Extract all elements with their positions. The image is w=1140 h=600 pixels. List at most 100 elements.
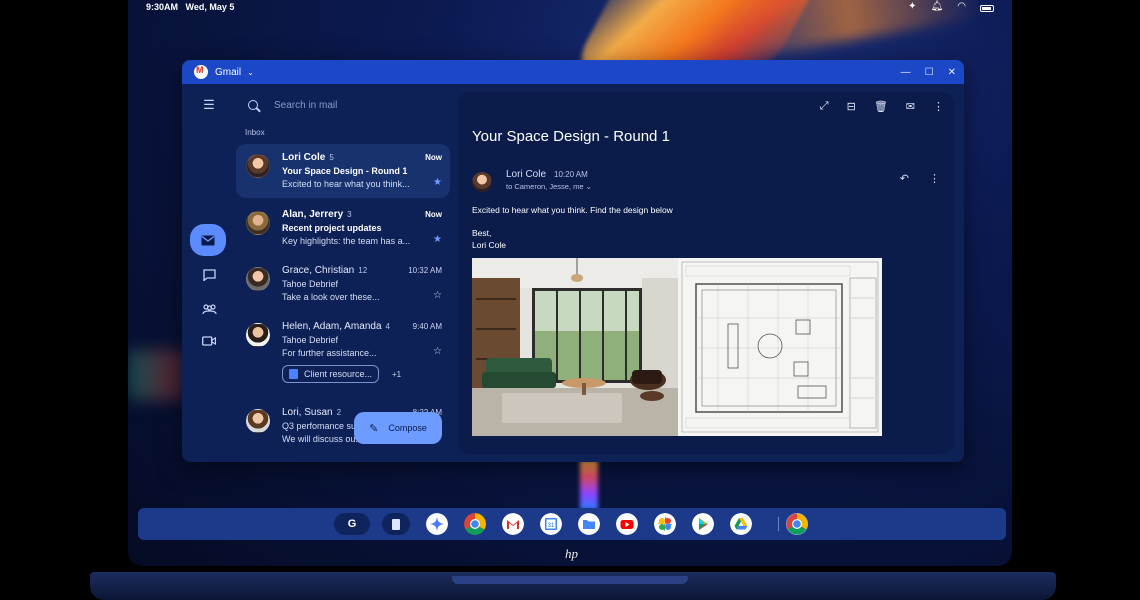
sender: Grace, Christian 12 [282, 265, 368, 276]
calendar-icon[interactable]: 31 [540, 513, 562, 535]
maximize-icon[interactable]: ☐ [925, 67, 934, 78]
subject: Tahoe Debrief [282, 335, 339, 345]
drive-icon[interactable] [730, 513, 752, 535]
mail-list-pane: Search in mail Inbox Lori Cole 5 Now Your… [236, 84, 456, 462]
gmail-icon[interactable] [502, 513, 524, 535]
chat-icon[interactable] [193, 262, 225, 288]
photos-icon[interactable] [654, 513, 676, 535]
avatar [472, 172, 492, 192]
app-title: Gmail [215, 66, 242, 78]
hp-logo: hp [565, 546, 578, 561]
time: Now [425, 153, 442, 162]
wifi-icon[interactable]: ◠ [957, 1, 966, 12]
compose-button[interactable]: ✎ Compose [354, 412, 442, 444]
status-bar: 9:30AM Wed, May 5 ✦ 🔔︎ ◠ [128, 0, 1012, 14]
avatar [246, 323, 270, 347]
mark-unread-icon[interactable]: ✉ [906, 100, 915, 113]
reply-icon[interactable]: ↶ [900, 172, 909, 185]
attachment-more: +1 [392, 370, 402, 379]
inbox-label: Inbox [245, 128, 265, 137]
sender: Lori Cole 5 [282, 152, 334, 163]
avatar [246, 211, 270, 235]
launcher-button[interactable]: G [334, 513, 370, 535]
youtube-icon[interactable] [616, 513, 638, 535]
window-controls: — ☐ ✕ [901, 60, 956, 84]
clock-text: 9:30AM [146, 2, 179, 12]
sender: Helen, Adam, Amanda 4 [282, 321, 390, 332]
search-icon [248, 100, 258, 110]
star-outline-icon[interactable]: ☆ [433, 346, 442, 357]
laptop-hinge [452, 576, 688, 584]
desktop: 9:30AM Wed, May 5 ✦ 🔔︎ ◠ Gmail ⌄ — ☐ ✕ [0, 0, 1140, 600]
subject: Tahoe Debrief [282, 279, 339, 289]
mail-list-item[interactable]: Alan, Jerrery 3 Now Recent project update… [236, 201, 450, 255]
snippet: Key highlights: the team has a... [282, 236, 411, 246]
mail-nav-button[interactable] [190, 224, 226, 256]
gmail-logo-icon [194, 65, 208, 79]
mail-list-item[interactable]: Lori Cole 5 Now Your Space Design - Round… [236, 144, 450, 198]
mail-list-item[interactable]: Helen, Adam, Amanda 4 9:40 AM Tahoe Debri… [236, 313, 450, 391]
doc-icon [289, 369, 298, 379]
star-outline-icon[interactable]: ☆ [433, 290, 442, 301]
subject: Recent project updates [282, 223, 382, 233]
minimize-icon[interactable]: — [901, 67, 911, 78]
message-from: Lori Cole [506, 169, 547, 180]
message-subject: Your Space Design - Round 1 [472, 128, 670, 145]
chrome-icon[interactable] [464, 513, 486, 535]
chevron-down-icon[interactable]: ⌄ [586, 182, 592, 191]
snippet: Take a look over these... [282, 292, 380, 302]
time: 10:32 AM [408, 266, 442, 275]
more-vert-icon[interactable]: ⋮ [929, 172, 940, 185]
pencil-icon: ✎ [369, 422, 379, 435]
gmail-window: Gmail ⌄ — ☐ ✕ ☰ [182, 60, 964, 462]
chrome-running-icon[interactable] [786, 513, 808, 535]
time: 9:40 AM [412, 322, 442, 331]
shelf-separator [778, 517, 779, 531]
more-vert-icon[interactable]: ⋮ [933, 100, 944, 113]
window-titlebar[interactable]: Gmail ⌄ — ☐ ✕ [182, 60, 964, 84]
attachment-chip[interactable]: Client resource... [282, 365, 380, 383]
spaces-icon[interactable] [193, 296, 225, 322]
subject: Your Space Design - Round 1 [282, 166, 408, 176]
attachment-room-photo[interactable] [472, 258, 678, 436]
meet-icon[interactable] [193, 328, 225, 354]
sender: Alan, Jerrery 3 [282, 209, 352, 220]
docs-icon[interactable] [382, 513, 410, 535]
avatar [246, 409, 270, 433]
battery-icon[interactable] [980, 5, 994, 12]
expand-icon[interactable]: ⤢ [820, 100, 829, 113]
message-recipients[interactable]: to Cameron, Jesse, me ⌄ [506, 182, 592, 191]
search-input[interactable]: Search in mail [274, 100, 337, 111]
status-time[interactable]: 9:30AM Wed, May 5 [146, 2, 234, 12]
menu-icon[interactable]: ☰ [193, 92, 225, 118]
time: Now [425, 210, 442, 219]
files-icon[interactable] [578, 513, 600, 535]
sparkle-icon[interactable]: ✦ [908, 1, 916, 12]
message-body: Excited to hear what you think. Find the… [472, 205, 673, 215]
mail-icon [201, 235, 215, 245]
message-time: 10:20 AM [554, 170, 588, 179]
mail-list-item[interactable]: Grace, Christian 12 10:32 AM Tahoe Debrie… [236, 257, 450, 311]
laptop-screen: 9:30AM Wed, May 5 ✦ 🔔︎ ◠ Gmail ⌄ — ☐ ✕ [128, 0, 1012, 566]
star-icon[interactable]: ★ [433, 177, 442, 188]
chevron-down-icon[interactable]: ⌄ [247, 68, 254, 77]
nav-rail: ☰ [182, 84, 236, 462]
gemini-icon[interactable] [426, 513, 448, 535]
archive-icon[interactable]: ⊟ [847, 100, 856, 113]
message-actions: ↶ ⋮ [900, 172, 940, 185]
attachment-floor-plan[interactable] [678, 258, 882, 436]
status-icons[interactable]: ✦ 🔔︎ ◠ [908, 1, 994, 12]
bell-icon[interactable]: 🔔︎ [931, 1, 944, 12]
avatar [246, 154, 270, 178]
shelf: G 31 [138, 508, 1006, 540]
play-store-icon[interactable] [692, 513, 714, 535]
search-bar[interactable]: Search in mail [246, 96, 446, 114]
snippet: For further assistance... [282, 348, 377, 358]
reading-pane: ⤢ ⊟ 🗑︎ ✉ ⋮ Your Space Design - Round 1 L… [458, 92, 954, 454]
delete-icon[interactable]: 🗑︎ [874, 100, 888, 113]
close-icon[interactable]: ✕ [948, 67, 956, 78]
message-toolbar: ⤢ ⊟ 🗑︎ ✉ ⋮ [820, 100, 944, 113]
avatar [246, 267, 270, 291]
wallpaper-beam [580, 460, 598, 510]
star-icon[interactable]: ★ [433, 234, 442, 245]
